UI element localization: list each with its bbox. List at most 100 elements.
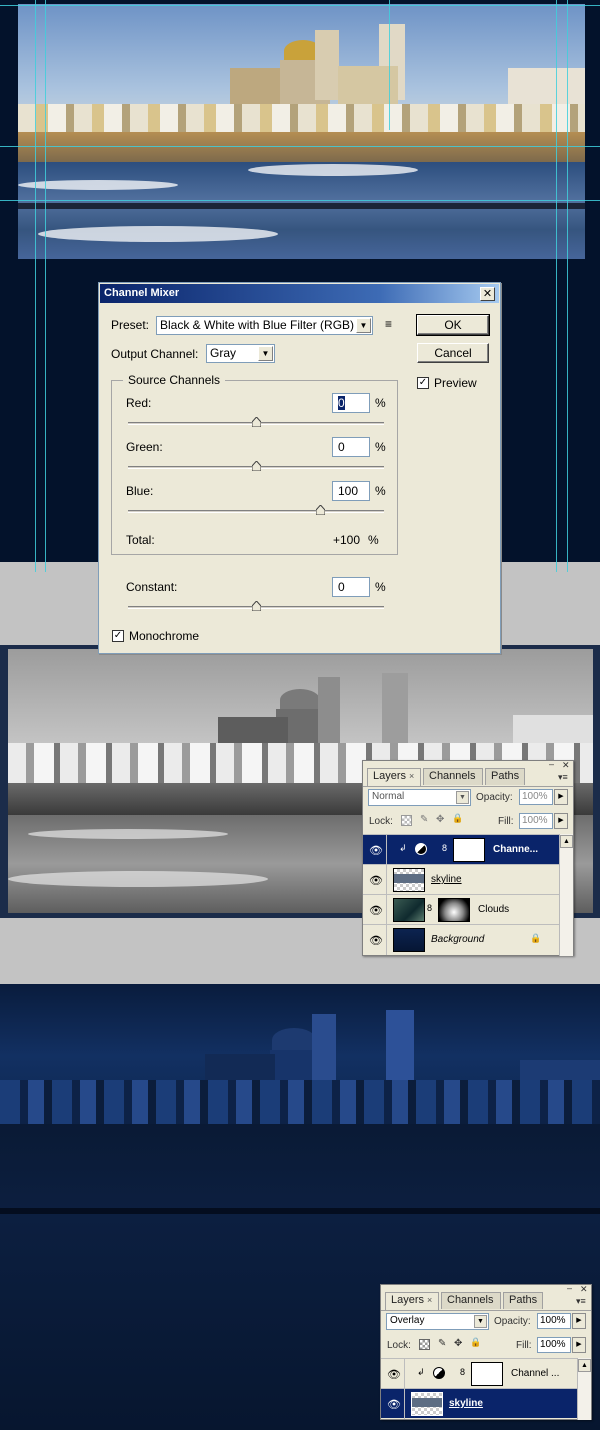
blend-mode-select[interactable]: Normal ▼	[368, 789, 471, 806]
scroll-up-icon[interactable]: ▲	[578, 1359, 591, 1372]
clip-icon: ↲	[399, 843, 407, 853]
eye-icon[interactable]: 👁	[369, 844, 383, 857]
dialog-title: Channel Mixer	[104, 287, 180, 299]
eye-icon[interactable]: 👁	[387, 1368, 401, 1381]
output-channel-select[interactable]: Gray ▼	[206, 344, 275, 363]
output-channel-value: Gray	[210, 346, 237, 360]
opacity-stepper-icon[interactable]: ▶	[572, 1313, 586, 1329]
layer-row-background[interactable]: 👁 Background 🔒	[363, 924, 559, 955]
source-channels-label: Source Channels	[123, 373, 226, 387]
chevron-down-icon: ▼	[356, 318, 371, 333]
lock-paint-icon[interactable]: ✎	[438, 1338, 446, 1349]
tab-paths[interactable]: Paths	[485, 768, 525, 785]
layer-row-channel-mixer[interactable]: 👁 ↲ 8 Channel ...	[381, 1358, 577, 1389]
layer-name: Clouds	[478, 904, 510, 915]
layers-scrollbar[interactable]: ▲	[559, 834, 573, 956]
fill-stepper-icon[interactable]: ▶	[554, 813, 568, 829]
blend-mode-value: Overlay	[390, 1315, 425, 1326]
lock-move-icon[interactable]: ✥	[454, 1338, 462, 1349]
layer-row-skyline[interactable]: 👁 skyline	[381, 1388, 577, 1419]
red-label: Red:	[126, 396, 152, 410]
chevron-down-icon: ▼	[456, 791, 469, 804]
green-value: 0	[338, 440, 345, 454]
panel-minimize-icon[interactable]: –	[567, 1283, 572, 1293]
opacity-input[interactable]: 100%	[519, 789, 553, 805]
tab-layers-label: Layers	[373, 770, 407, 782]
lock-transparency-icon[interactable]	[401, 815, 412, 826]
lock-transparency-icon[interactable]	[419, 1339, 430, 1350]
link-icon: 8	[427, 903, 433, 913]
ok-button[interactable]: OK	[416, 314, 490, 336]
green-percent: %	[375, 440, 386, 454]
close-icon[interactable]: ✕	[480, 287, 495, 301]
blue-slider[interactable]	[128, 510, 384, 513]
channel-mixer-dialog: Channel Mixer ✕ Preset: Black & White wi…	[98, 282, 501, 654]
cancel-button[interactable]: Cancel	[417, 343, 489, 363]
lock-all-icon[interactable]: 🔒	[452, 813, 463, 824]
red-slider-thumb[interactable]	[251, 417, 261, 427]
output-channel-label: Output Channel:	[111, 347, 199, 361]
preset-options-icon[interactable]: ≡	[385, 317, 392, 331]
layer-row-clouds[interactable]: 👁 8 Clouds	[363, 894, 559, 925]
tab-close-icon[interactable]: ×	[409, 771, 414, 781]
constant-label: Constant:	[126, 580, 178, 594]
eye-icon[interactable]: 👁	[387, 1398, 401, 1411]
panel-close-icon[interactable]: ✕	[562, 760, 570, 771]
tab-channels[interactable]: Channels	[423, 768, 483, 785]
fill-label: Fill:	[516, 1340, 532, 1351]
panel-minimize-icon[interactable]: –	[549, 759, 554, 769]
layers-palette-1: – ✕ Layers × Channels Paths ▾≡ Normal ▼ O…	[362, 759, 574, 956]
lock-all-icon[interactable]: 🔒	[470, 1337, 481, 1348]
tab-channels-label: Channels	[447, 1294, 494, 1306]
panel-menu-icon[interactable]: ▾≡	[558, 772, 568, 783]
layer-thumbnail	[393, 868, 425, 892]
clip-icon: ↲	[417, 1367, 425, 1377]
layer-row-channel-mixer[interactable]: 👁 ↲ 8 Channe...	[363, 834, 559, 865]
fill-stepper-icon[interactable]: ▶	[572, 1337, 586, 1353]
city-photo-color	[18, 4, 585, 259]
green-slider-thumb[interactable]	[251, 461, 261, 471]
tab-close-icon[interactable]: ×	[427, 1295, 432, 1305]
layers-list: 👁 ↲ 8 Channe... 👁 skyline 👁 8 Clouds 👁 B…	[363, 834, 559, 956]
preview-checkbox[interactable]: ✓	[417, 377, 429, 389]
blend-mode-select[interactable]: Overlay ▼	[386, 1313, 489, 1330]
monochrome-checkbox[interactable]: ✓	[112, 630, 124, 642]
tab-layers[interactable]: Layers ×	[385, 1292, 439, 1310]
layer-thumbnail	[393, 928, 425, 952]
constant-percent: %	[375, 580, 386, 594]
constant-slider-thumb[interactable]	[251, 601, 261, 611]
preset-select[interactable]: Black & White with Blue Filter (RGB) ▼	[156, 316, 373, 335]
red-value-input[interactable]: 0	[332, 393, 370, 413]
eye-icon[interactable]: 👁	[369, 874, 383, 887]
layers-scrollbar[interactable]: ▲	[577, 1358, 591, 1420]
chevron-down-icon: ▼	[474, 1315, 487, 1328]
tab-channels[interactable]: Channels	[441, 1292, 501, 1309]
green-value-input[interactable]: 0	[332, 437, 370, 457]
panel-close-icon[interactable]: ✕	[580, 1284, 588, 1295]
constant-value-input[interactable]: 0	[332, 577, 370, 597]
panel-menu-icon[interactable]: ▾≡	[576, 1296, 586, 1307]
layer-row-skyline[interactable]: 👁 skyline	[363, 864, 559, 895]
lock-move-icon[interactable]: ✥	[436, 814, 444, 825]
lock-paint-icon[interactable]: ✎	[420, 814, 428, 825]
layer-name: Channel ...	[511, 1368, 560, 1379]
layers-palette-2: – ✕ Layers × Channels Paths ▾≡ Overlay ▼ …	[380, 1283, 592, 1420]
scroll-up-icon[interactable]: ▲	[560, 835, 573, 848]
opacity-input[interactable]: 100%	[537, 1313, 571, 1329]
fill-input[interactable]: 100%	[537, 1337, 571, 1353]
lock-label: Lock:	[369, 816, 393, 827]
preset-label: Preset:	[111, 318, 150, 332]
lock-icon: 🔒	[530, 933, 542, 943]
tab-paths-label: Paths	[491, 770, 520, 782]
dialog-title-bar[interactable]: Channel Mixer ✕	[100, 284, 499, 303]
blue-value: 100	[338, 484, 359, 498]
blue-slider-thumb[interactable]	[315, 505, 325, 515]
lock-label: Lock:	[387, 1340, 411, 1351]
fill-input[interactable]: 100%	[519, 813, 553, 829]
blue-value-input[interactable]: 100	[332, 481, 370, 501]
eye-icon[interactable]: 👁	[369, 934, 383, 947]
tab-paths[interactable]: Paths	[503, 1292, 543, 1309]
opacity-stepper-icon[interactable]: ▶	[554, 789, 568, 805]
tab-layers[interactable]: Layers ×	[367, 768, 421, 786]
eye-icon[interactable]: 👁	[369, 904, 383, 917]
